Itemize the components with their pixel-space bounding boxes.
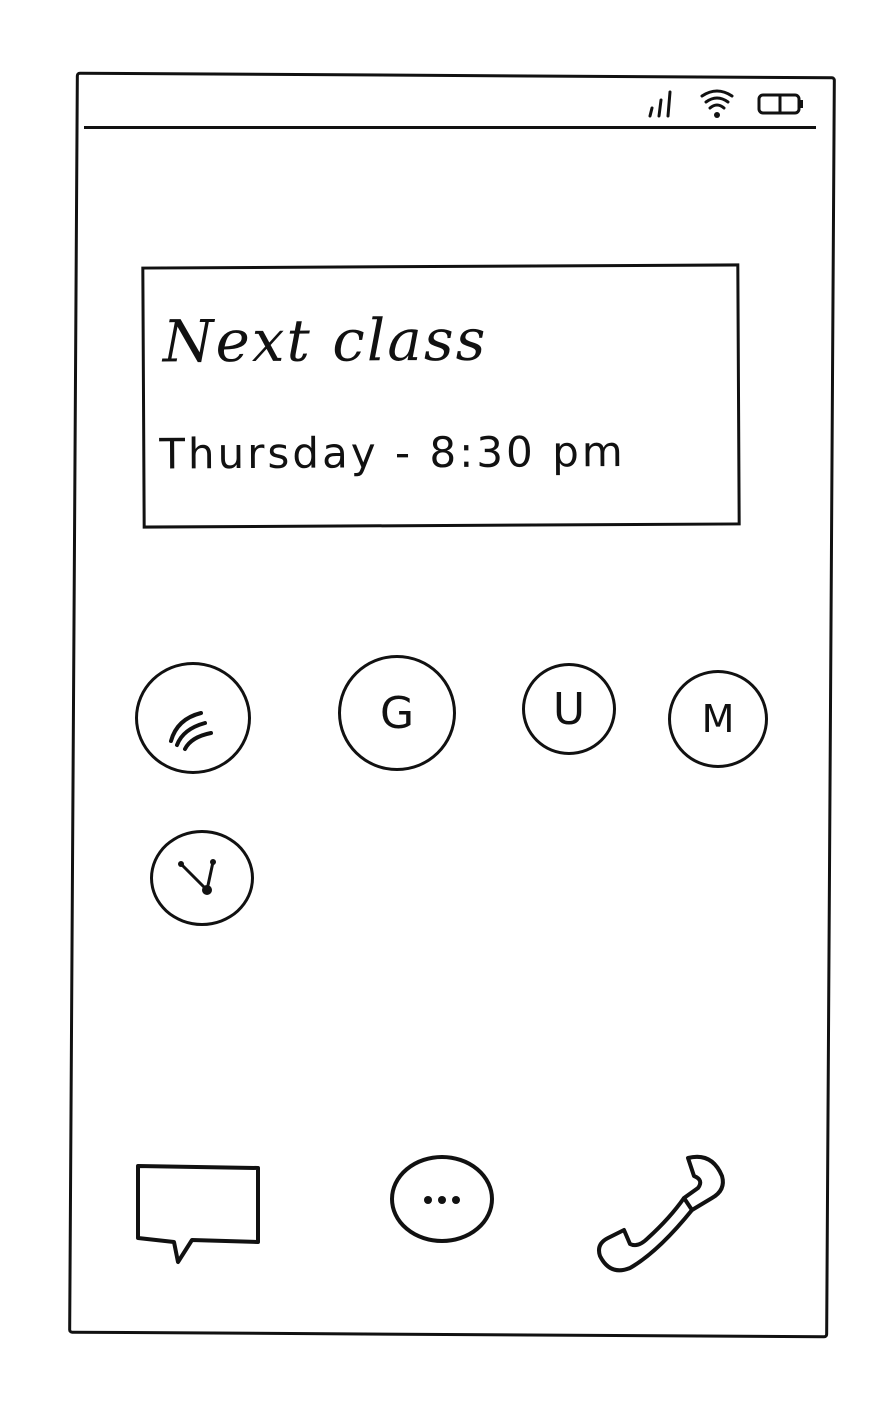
phone-icon[interactable] [588, 1148, 734, 1282]
feed-app-icon[interactable] [135, 662, 251, 774]
app-drawer-icon[interactable] [388, 1154, 496, 1244]
u-app-icon[interactable]: U [522, 663, 616, 755]
u-app-letter: U [552, 683, 586, 735]
m-app-letter: M [701, 697, 735, 741]
battery-icon [756, 89, 806, 117]
card-subtitle: Thursday - 8:30 pm [159, 427, 626, 479]
g-app-icon[interactable]: G [338, 655, 456, 771]
signal-icon [644, 86, 678, 120]
g-app-letter: G [379, 687, 415, 739]
messages-icon[interactable] [128, 1158, 268, 1278]
next-class-card[interactable]: Next class Thursday - 8:30 pm [141, 263, 741, 529]
card-title: Next class [162, 305, 488, 376]
status-bar [84, 80, 816, 129]
wifi-icon [698, 86, 736, 120]
clock-app-icon[interactable] [150, 830, 254, 926]
m-app-icon[interactable]: M [668, 670, 768, 768]
